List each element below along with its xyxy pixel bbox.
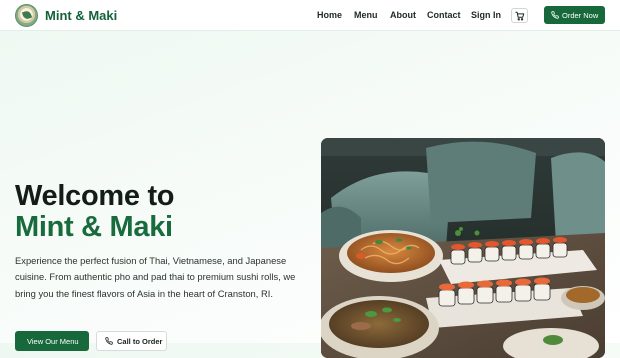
view-menu-button[interactable]: View Our Menu bbox=[15, 331, 89, 351]
view-menu-label: View Our Menu bbox=[27, 337, 79, 346]
food-spread-photo bbox=[321, 138, 605, 358]
order-now-button[interactable]: Order Now bbox=[544, 6, 605, 24]
nav-link-contact[interactable]: Contact bbox=[427, 10, 461, 20]
cart-button[interactable] bbox=[511, 8, 528, 23]
order-now-label: Order Now bbox=[562, 11, 599, 20]
brand-name[interactable]: Mint & Maki bbox=[45, 8, 117, 23]
phone-icon bbox=[105, 337, 113, 345]
nav-link-sign-in[interactable]: Sign In bbox=[471, 10, 501, 20]
hero-title: Welcome to Mint & Maki bbox=[15, 180, 175, 243]
restaurant-logo-icon[interactable] bbox=[15, 4, 38, 27]
call-to-order-label: Call to Order bbox=[117, 337, 163, 346]
hero-title-line1: Welcome to bbox=[15, 180, 175, 212]
top-nav: Mint & Maki Home Menu About Contact Sign… bbox=[0, 0, 620, 31]
nav-link-home[interactable]: Home bbox=[317, 10, 342, 20]
shopping-cart-icon bbox=[515, 11, 525, 21]
phone-icon bbox=[551, 11, 559, 19]
nav-link-menu[interactable]: Menu bbox=[354, 10, 378, 20]
nav-link-about[interactable]: About bbox=[390, 10, 416, 20]
hero-title-line2: Mint & Maki bbox=[15, 211, 173, 243]
food-spread-illustration bbox=[321, 138, 605, 358]
call-to-order-button[interactable]: Call to Order bbox=[96, 331, 167, 351]
hero-description: Experience the perfect fusion of Thai, V… bbox=[15, 255, 296, 299]
